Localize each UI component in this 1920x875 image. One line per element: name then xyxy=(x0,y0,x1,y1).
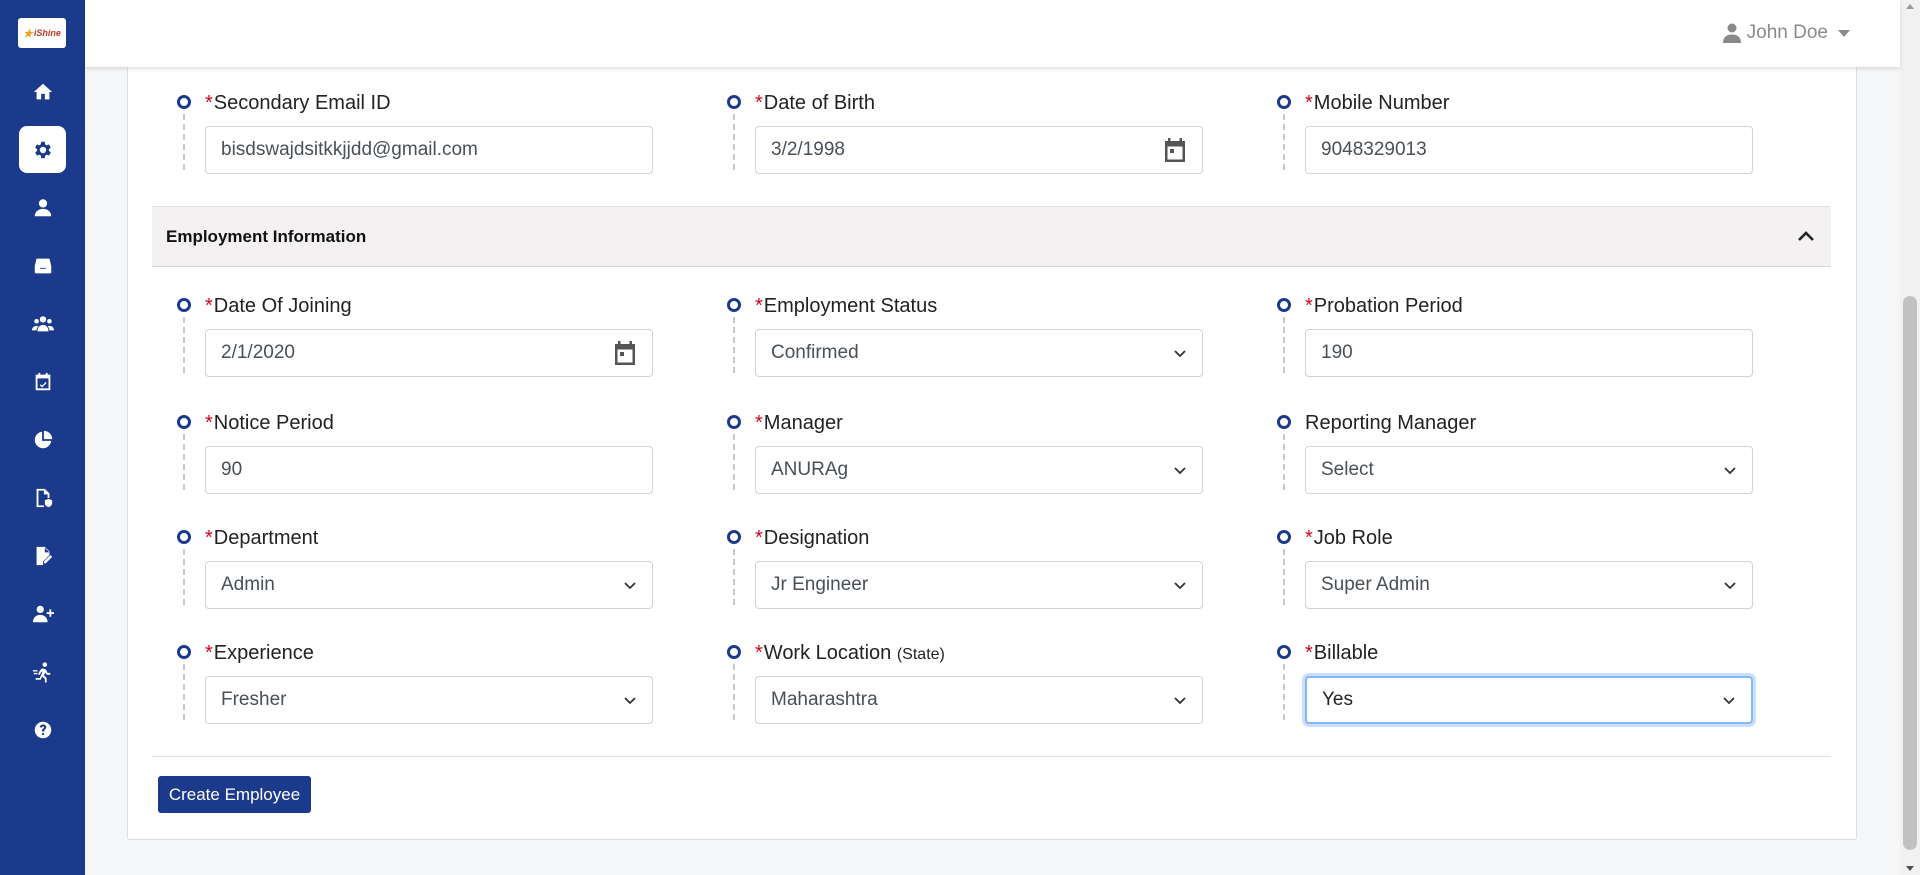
chevron-down-icon xyxy=(1174,582,1186,590)
date-of-birth-input[interactable]: 3/2/1998 xyxy=(755,126,1203,174)
designation-select[interactable]: Jr Engineer xyxy=(755,561,1203,609)
users-group-icon[interactable] xyxy=(19,300,66,347)
gear-icon[interactable] xyxy=(19,126,66,173)
secondary-email-field: *Secondary Email ID bisdswajdsitkkjjdd@g… xyxy=(177,88,697,180)
timeline-dot xyxy=(727,95,741,109)
chevron-down-icon xyxy=(1724,582,1736,590)
work-location-field: *Work Location (State) Maharashtra xyxy=(727,638,1247,730)
work-location-select[interactable]: Maharashtra xyxy=(755,676,1203,724)
timeline-dot xyxy=(1277,530,1291,544)
employment-info-header[interactable]: Employment Information xyxy=(152,206,1831,267)
calendar-check-icon[interactable] xyxy=(19,358,66,405)
probation-period-input[interactable]: 190 xyxy=(1305,329,1753,377)
user-icon[interactable] xyxy=(19,184,66,231)
notice-period-field: *Notice Period 90 xyxy=(177,408,697,500)
reporting-manager-select[interactable]: Select xyxy=(1305,446,1753,494)
divider xyxy=(152,756,1831,757)
timeline-dot xyxy=(1277,645,1291,659)
employment-status-field: *Employment Status Confirmed xyxy=(727,291,1247,383)
job-role-field: *Job Role Super Admin xyxy=(1277,523,1797,615)
timeline-dot xyxy=(1277,95,1291,109)
timeline-dot xyxy=(177,298,191,312)
date-of-joining-input[interactable]: 2/1/2020 xyxy=(205,329,653,377)
timeline-dot xyxy=(177,530,191,544)
vertical-scrollbar[interactable] xyxy=(1900,0,1920,875)
calendar-icon[interactable] xyxy=(613,340,637,366)
timeline-dot xyxy=(727,645,741,659)
file-shield-icon[interactable] xyxy=(19,474,66,521)
timeline-dot xyxy=(1277,298,1291,312)
file-signature-icon[interactable] xyxy=(19,532,66,579)
inbox-icon[interactable] xyxy=(19,242,66,289)
chevron-up-icon[interactable] xyxy=(1795,225,1817,247)
chevron-down-icon xyxy=(1174,467,1186,475)
notice-period-input[interactable]: 90 xyxy=(205,446,653,494)
designation-field: *Designation Jr Engineer xyxy=(727,523,1247,615)
scrollbar-thumb[interactable] xyxy=(1903,296,1917,850)
section-title: Employment Information xyxy=(166,227,367,246)
date-of-birth-field: *Date of Birth 3/2/1998 xyxy=(727,88,1247,180)
timeline-dot xyxy=(727,530,741,544)
chevron-down-icon xyxy=(1174,697,1186,705)
user-menu[interactable]: John Doe xyxy=(1722,22,1850,44)
manager-select[interactable]: ANURAg xyxy=(755,446,1203,494)
timeline-dot xyxy=(177,415,191,429)
mobile-number-input[interactable]: 9048329013 xyxy=(1305,126,1753,174)
chevron-down-icon xyxy=(1723,697,1735,705)
timeline-dot xyxy=(727,298,741,312)
experience-field: *Experience Fresher xyxy=(177,638,697,730)
manager-field: *Manager ANURAg xyxy=(727,408,1247,500)
timeline-dot xyxy=(727,415,741,429)
chevron-down-icon xyxy=(1724,467,1736,475)
user-plus-icon[interactable] xyxy=(19,590,66,637)
scroll-down-arrow-icon[interactable] xyxy=(1906,866,1914,871)
chevron-down-icon xyxy=(1174,350,1186,358)
department-select[interactable]: Admin xyxy=(205,561,653,609)
user-avatar-icon xyxy=(1722,23,1741,43)
mobile-number-field: *Mobile Number 9048329013 xyxy=(1277,88,1797,180)
job-role-select[interactable]: Super Admin xyxy=(1305,561,1753,609)
person-running-icon[interactable] xyxy=(19,648,66,695)
secondary-email-input[interactable]: bisdswajdsitkkjjdd@gmail.com xyxy=(205,126,653,174)
billable-field: *Billable Yes xyxy=(1277,638,1797,730)
experience-select[interactable]: Fresher xyxy=(205,676,653,724)
date-of-joining-field: *Date Of Joining 2/1/2020 xyxy=(177,291,697,383)
caret-down-icon xyxy=(1838,29,1850,37)
user-name: John Doe xyxy=(1746,22,1828,43)
chevron-down-icon xyxy=(624,697,636,705)
probation-period-field: *Probation Period 190 xyxy=(1277,291,1797,383)
top-bar: John Doe xyxy=(85,0,1900,67)
billable-select[interactable]: Yes xyxy=(1305,676,1753,724)
timeline-dot xyxy=(1277,415,1291,429)
create-employee-button[interactable]: Create Employee xyxy=(158,776,311,813)
calendar-icon[interactable] xyxy=(1163,137,1187,163)
department-field: *Department Admin xyxy=(177,523,697,615)
chevron-down-icon xyxy=(624,582,636,590)
timeline-dot xyxy=(177,95,191,109)
reporting-manager-field: Reporting Manager Select xyxy=(1277,408,1797,500)
pie-chart-icon[interactable] xyxy=(19,416,66,463)
employment-status-select[interactable]: Confirmed xyxy=(755,329,1203,377)
sidebar: ★ iShine xyxy=(0,0,85,875)
timeline-dot xyxy=(177,645,191,659)
scroll-up-arrow-icon[interactable] xyxy=(1906,4,1914,9)
app-logo[interactable]: ★ iShine xyxy=(18,18,66,48)
help-icon[interactable] xyxy=(19,706,66,753)
home-icon[interactable] xyxy=(19,68,66,115)
